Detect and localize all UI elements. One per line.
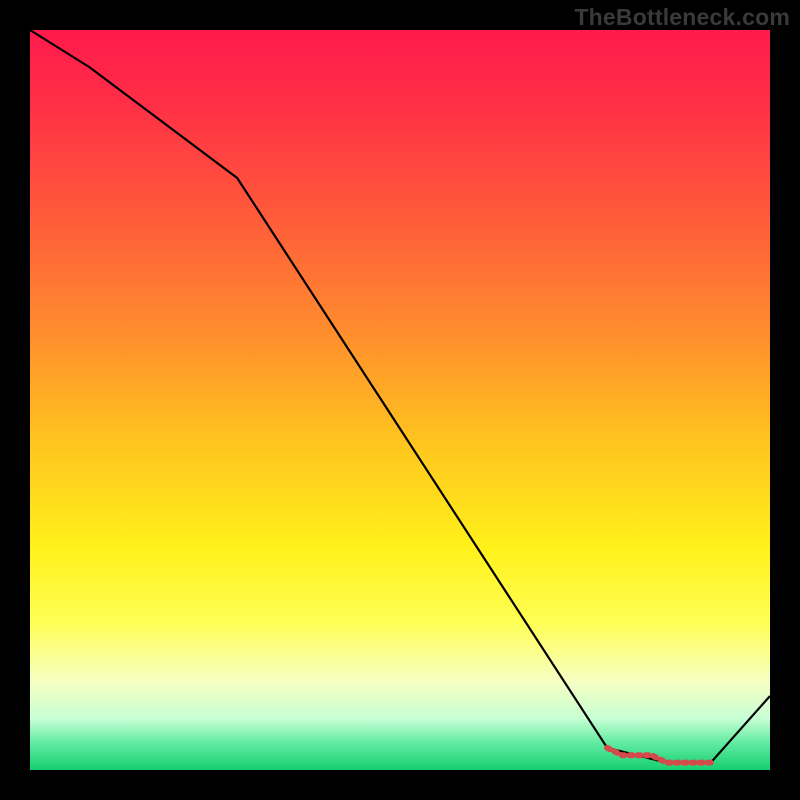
plot-background bbox=[30, 30, 770, 770]
bottleneck-chart bbox=[0, 0, 800, 800]
chart-frame: TheBottleneck.com bbox=[0, 0, 800, 800]
watermark-label: TheBottleneck.com bbox=[574, 4, 790, 31]
